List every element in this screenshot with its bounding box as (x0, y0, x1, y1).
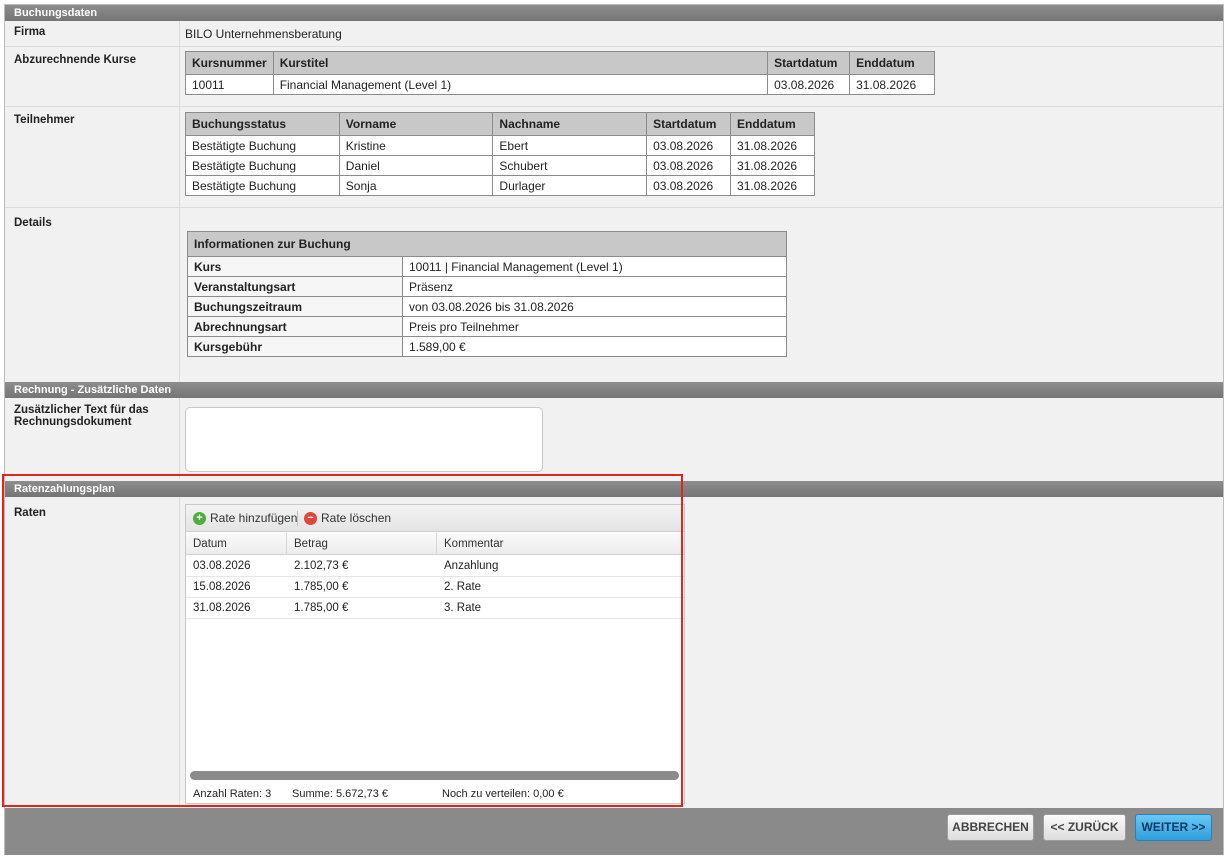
participants-table: Buchungsstatus Vorname Nachname Startdat… (185, 112, 815, 196)
rates-remaining: Noch zu verteilen: 0,00 € (442, 788, 564, 800)
col-startdatum: Startdatum (767, 51, 851, 75)
col-datum[interactable]: Datum (186, 533, 287, 555)
section-header-booking: Buchungsdaten (5, 5, 1223, 21)
rates-header: Datum Betrag Kommentar (186, 533, 684, 555)
firma-value: BILO Unternehmensberatung (185, 27, 342, 41)
table-row: Kurs 10011 | Financial Management (Level… (187, 256, 787, 277)
rates-summary: Anzahl Raten: 3 Summe: 5.672,73 € Noch z… (186, 785, 684, 804)
col-kurstitel: Kurstitel (272, 51, 769, 75)
rates-count: Anzahl Raten: 3 (193, 788, 272, 800)
rates-toolbar: + Rate hinzufügen − Rate löschen (186, 505, 684, 532)
col-enddatum: Enddatum (849, 51, 935, 75)
courses-label: Abzurechnende Kurse (14, 54, 137, 66)
firma-label: Firma (14, 26, 46, 38)
invoice-text-label: Zusätzlicher Text für das Rechnungsdokum… (14, 404, 149, 428)
booking-info-title: Informationen zur Buchung (187, 231, 787, 257)
invoice-text-field[interactable] (185, 407, 543, 472)
table-row: Kursgebühr 1.589,00 € (187, 336, 787, 357)
table-row: 10011 Financial Management (Level 1) 03.… (185, 74, 935, 95)
booking-form: Buchungsdaten Firma BILO Unternehmensber… (4, 4, 1224, 855)
cancel-button[interactable]: ABBRECHEN (947, 814, 1034, 841)
row-firma: Firma BILO Unternehmensberatung (5, 21, 1223, 46)
col-betrag[interactable]: Betrag (287, 533, 437, 555)
next-button[interactable]: WEITER >> (1135, 814, 1212, 841)
delete-icon: − (304, 512, 317, 525)
table-row: Veranstaltungsart Präsenz (187, 276, 787, 297)
booking-info-table: Informationen zur Buchung Kurs 10011 | F… (187, 231, 787, 357)
rates-sum: Summe: 5.672,73 € (292, 788, 389, 800)
table-row: Bestätigte Buchung Sonja Durlager 03.08.… (185, 175, 815, 196)
add-rate-button[interactable]: + Rate hinzufügen (193, 510, 297, 527)
horizontal-scrollbar[interactable] (190, 771, 679, 780)
section-header-invoice: Rechnung - Zusätzliche Daten (5, 382, 1223, 398)
col-kursnummer: Kursnummer (185, 51, 274, 75)
participants-label: Teilnehmer (14, 114, 75, 126)
details-label: Details (14, 217, 52, 229)
table-row[interactable]: 31.08.2026 1.785,00 € 3. Rate (186, 598, 684, 619)
col-kommentar[interactable]: Kommentar (437, 533, 684, 555)
rates-grid: + Rate hinzufügen − Rate löschen Datum B… (185, 504, 685, 804)
toolbar-separator (297, 511, 298, 526)
back-button[interactable]: << ZURÜCK (1043, 814, 1126, 841)
add-icon: + (193, 512, 206, 525)
delete-rate-button[interactable]: − Rate löschen (304, 510, 391, 527)
rates-body: 03.08.2026 2.102,73 € Anzahlung 15.08.20… (186, 556, 684, 619)
table-row: Buchungszeitraum von 03.08.2026 bis 31.0… (187, 296, 787, 317)
section-header-installments: Ratenzahlungsplan (5, 481, 1223, 497)
table-row[interactable]: 03.08.2026 2.102,73 € Anzahlung (186, 556, 684, 577)
rates-label: Raten (14, 507, 46, 519)
courses-table: Kursnummer Kurstitel Startdatum Enddatum… (185, 51, 935, 95)
table-row[interactable]: 15.08.2026 1.785,00 € 2. Rate (186, 577, 684, 598)
table-row: Bestätigte Buchung Kristine Ebert 03.08.… (185, 135, 815, 156)
table-row: Bestätigte Buchung Daniel Schubert 03.08… (185, 155, 815, 176)
action-bar (5, 808, 1223, 855)
table-row: Abrechnungsart Preis pro Teilnehmer (187, 316, 787, 337)
